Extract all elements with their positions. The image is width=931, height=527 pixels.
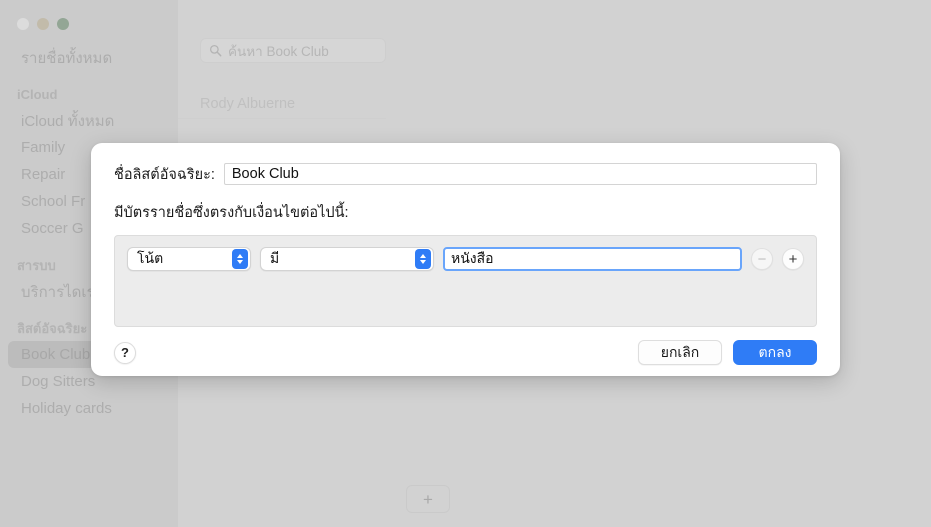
sidebar-section-label: สารบบ (17, 257, 56, 273)
sidebar-item-label: Holiday cards (21, 400, 112, 417)
sidebar-item-label: Repair (21, 166, 66, 183)
chevron-updown-icon (415, 249, 431, 269)
plus-icon: + (788, 250, 798, 268)
search-placeholder-text: ค้นหา Book Club (228, 43, 329, 59)
minus-icon: − (757, 250, 767, 268)
smart-list-name-row: ชื่อลิสต์อัจฉริยะ: Book Club (114, 163, 817, 185)
sidebar-section-header-icloud: iCloud (0, 81, 178, 107)
sidebar-section-label: iCloud (17, 86, 58, 102)
ok-button[interactable]: ตกลง (733, 340, 817, 365)
plus-icon: + (423, 489, 433, 509)
contact-list: Rody Albuerne (178, 89, 931, 119)
cancel-button-label: ยกเลิก (660, 343, 700, 360)
sidebar-item-label: บริการไดเร (21, 283, 95, 301)
condition-value-input[interactable]: หนังสือ (443, 247, 742, 271)
sidebar-item-label: Soccer G (21, 220, 84, 237)
sidebar-item-label: รายชื่อทั้งหมด (21, 49, 113, 67)
list-item[interactable]: Rody Albuerne (178, 89, 386, 119)
smart-list-dialog: ชื่อลิสต์อัจฉริยะ: Book Club มีบัตรรายชื… (91, 143, 840, 376)
minimize-button-icon[interactable] (37, 18, 49, 30)
add-contact-area: + (406, 485, 450, 513)
contact-name: Rody Albuerne (200, 95, 296, 112)
condition-field-dropdown[interactable]: โน้ต (127, 247, 251, 271)
smart-list-name-value: Book Club (231, 166, 299, 182)
condition-operator-dropdown[interactable]: มี (260, 247, 434, 271)
condition-operator-value: มี (270, 250, 280, 266)
add-condition-button[interactable]: + (782, 248, 804, 270)
sidebar-item-label: Book Club (21, 346, 91, 363)
search-input[interactable]: ค้นหา Book Club (200, 38, 386, 63)
search-bar: ค้นหา Book Club (178, 0, 931, 63)
dialog-footer: ? ยกเลิก ตกลง (114, 340, 817, 365)
sidebar-item-icloud-all[interactable]: iCloud ทั้งหมด (0, 107, 178, 134)
conditions-group: โน้ต มี หนังสือ − + (114, 235, 817, 327)
sidebar-item-label: School Fr (21, 193, 86, 210)
sidebar-section-label: ลิสต์อัจฉริยะ (17, 320, 88, 336)
smart-list-name-label: ชื่อลิสต์อัจฉริยะ: (114, 166, 215, 183)
close-button-icon[interactable] (17, 18, 29, 30)
zoom-button-icon[interactable] (57, 18, 69, 30)
remove-condition-button[interactable]: − (751, 248, 773, 270)
ok-button-label: ตกลง (758, 343, 792, 360)
help-button[interactable]: ? (114, 341, 136, 364)
cancel-button[interactable]: ยกเลิก (638, 340, 722, 365)
sidebar-item-holiday-cards[interactable]: Holiday cards (0, 395, 178, 422)
add-contact-button[interactable]: + (406, 485, 450, 513)
sidebar-item-label: Dog Sitters (21, 373, 96, 390)
condition-value-text: หนังสือ (451, 250, 494, 266)
screen: รายชื่อทั้งหมด iCloud iCloud ทั้งหมด Fam… (0, 0, 931, 527)
sidebar-item-label: iCloud ทั้งหมด (21, 112, 115, 130)
chevron-updown-icon (232, 249, 248, 269)
search-icon (209, 44, 222, 57)
question-mark-icon: ? (121, 345, 129, 360)
match-conditions-label: มีบัตรรายชื่อซึ่งตรงกับเงื่อนไขต่อไปนี้: (114, 205, 349, 221)
smart-list-name-input[interactable]: Book Club (223, 163, 817, 185)
condition-row: โน้ต มี หนังสือ − + (127, 247, 804, 271)
sidebar-item-all-contacts[interactable]: รายชื่อทั้งหมด (0, 44, 178, 71)
window-controls[interactable] (0, 4, 178, 30)
condition-field-value: โน้ต (137, 250, 164, 266)
sidebar-item-label: Family (21, 139, 66, 156)
